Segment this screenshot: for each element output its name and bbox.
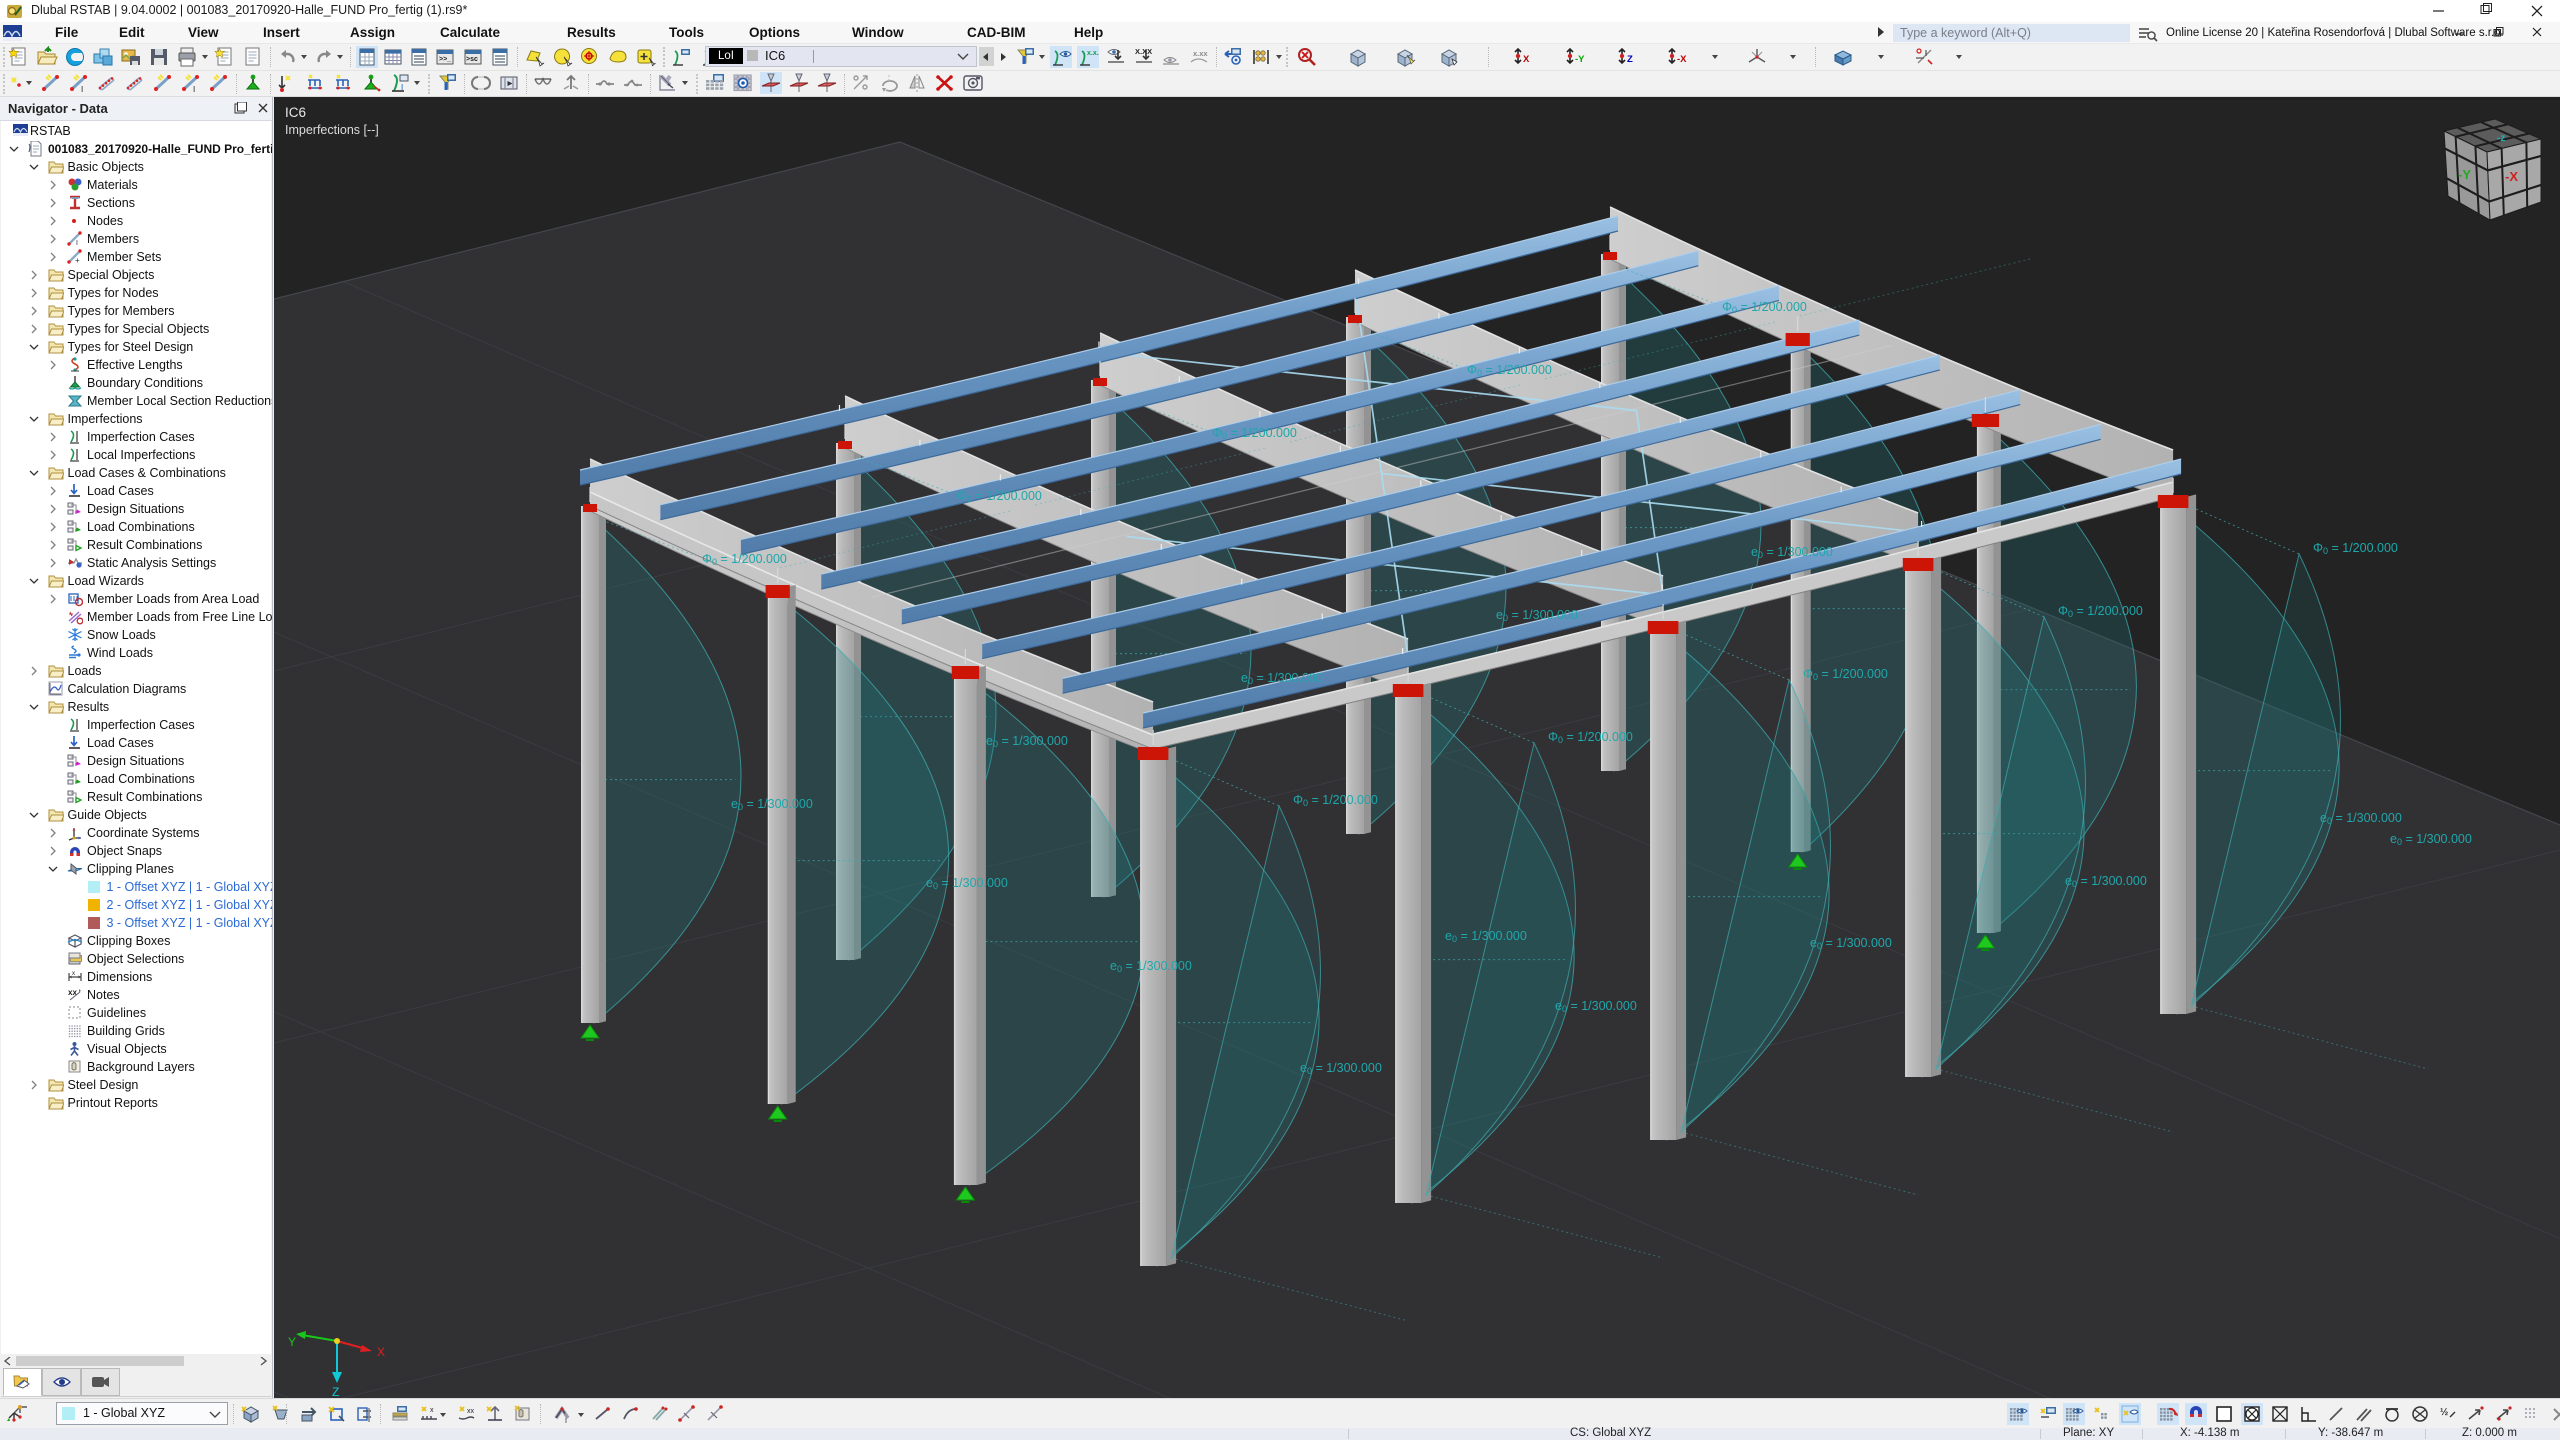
svg-text:-Y: -Y: [1575, 54, 1585, 65]
svg-text:e0 = 1/300.000: e0 = 1/300.000: [926, 876, 1008, 891]
svg-text:-Y: -Y: [2458, 167, 2471, 182]
svg-text:Y: Y: [288, 1335, 296, 1349]
svg-text:I: I: [193, 85, 195, 94]
svg-text:-X: -X: [2505, 169, 2518, 184]
svg-text:>>_: >>_: [439, 56, 451, 63]
svg-text:e0 = 1/300.000: e0 = 1/300.000: [1751, 545, 1833, 560]
svg-text:e0 = 1/300.000: e0 = 1/300.000: [2390, 832, 2472, 847]
svg-text:e0 = 1/300.000: e0 = 1/300.000: [1445, 929, 1527, 944]
svg-text:e0 = 1/300.000: e0 = 1/300.000: [2065, 874, 2147, 889]
svg-text:x.xx: x.xx: [1193, 49, 1208, 58]
svg-text:-z: -z: [2497, 133, 2505, 144]
svg-text:e0 = 1/300.000: e0 = 1/300.000: [1555, 999, 1637, 1014]
svg-text:X: X: [377, 1345, 385, 1359]
svg-text:I: I: [401, 83, 403, 92]
svg-text:e0 = 1/300.000: e0 = 1/300.000: [731, 797, 813, 812]
svg-text:e0 = 1/300.000: e0 = 1/300.000: [1496, 608, 1578, 623]
svg-text:e0 = 1/300.000: e0 = 1/300.000: [1810, 936, 1892, 951]
svg-text:x: x: [72, 971, 75, 977]
svg-text:-X: -X: [1677, 54, 1687, 65]
svg-text:e0 = 1/300.000: e0 = 1/300.000: [1110, 959, 1192, 974]
svg-text:X: X: [1523, 54, 1530, 65]
svg-text:IC6: IC6: [285, 105, 306, 120]
svg-text:X.XX: X.XX: [1135, 47, 1152, 56]
svg-text:Z: Z: [332, 1385, 339, 1398]
svg-text:e0 = 1/300.000: e0 = 1/300.000: [986, 734, 1068, 749]
svg-text:xx: xx: [467, 1408, 475, 1415]
svg-text:I: I: [81, 85, 83, 94]
svg-text:>sc: >sc: [466, 56, 478, 63]
svg-text:e0 = 1/300.000: e0 = 1/300.000: [1241, 671, 1323, 686]
svg-text:I: I: [76, 240, 78, 247]
svg-text:x: x: [430, 1407, 434, 1414]
svg-text:I: I: [565, 1418, 567, 1425]
svg-text:e0 = 1/300.000: e0 = 1/300.000: [2320, 811, 2402, 826]
svg-text:½: ½: [2440, 1407, 2448, 1418]
svg-text:Imperfections [--]: Imperfections [--]: [285, 123, 379, 137]
svg-text:+: +: [75, 256, 80, 265]
svg-text:x.x.x: x.x.x: [1087, 50, 1099, 57]
svg-text:e0 = 1/300.000: e0 = 1/300.000: [1300, 1061, 1382, 1076]
svg-text:Z: Z: [1627, 54, 1633, 65]
